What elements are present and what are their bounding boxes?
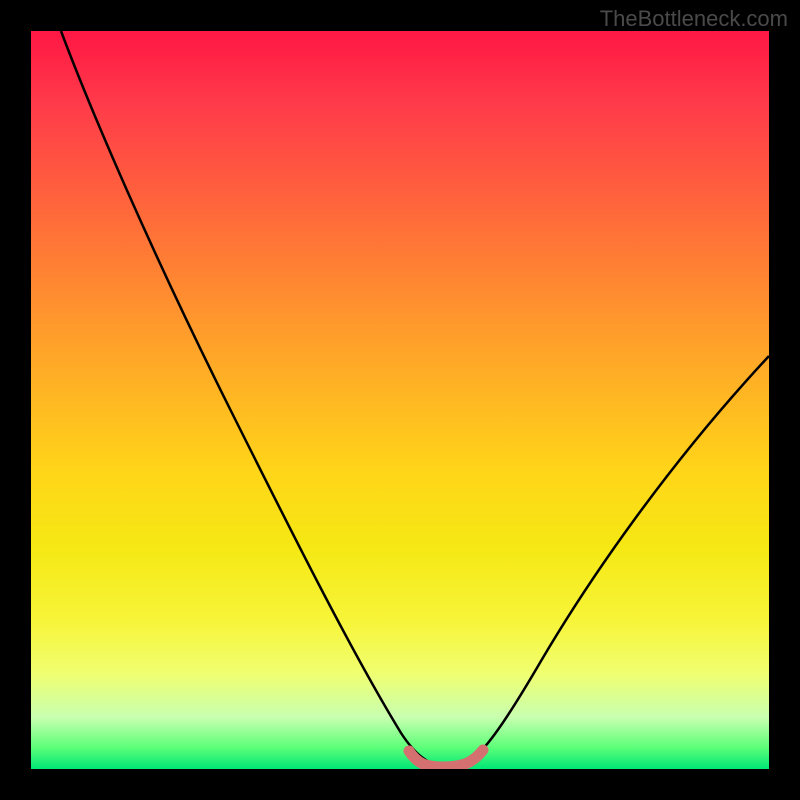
bottleneck-chart — [31, 31, 769, 769]
main-curve — [61, 31, 769, 766]
bottom-marker-line — [409, 750, 483, 767]
watermark-text: TheBottleneck.com — [600, 6, 788, 32]
